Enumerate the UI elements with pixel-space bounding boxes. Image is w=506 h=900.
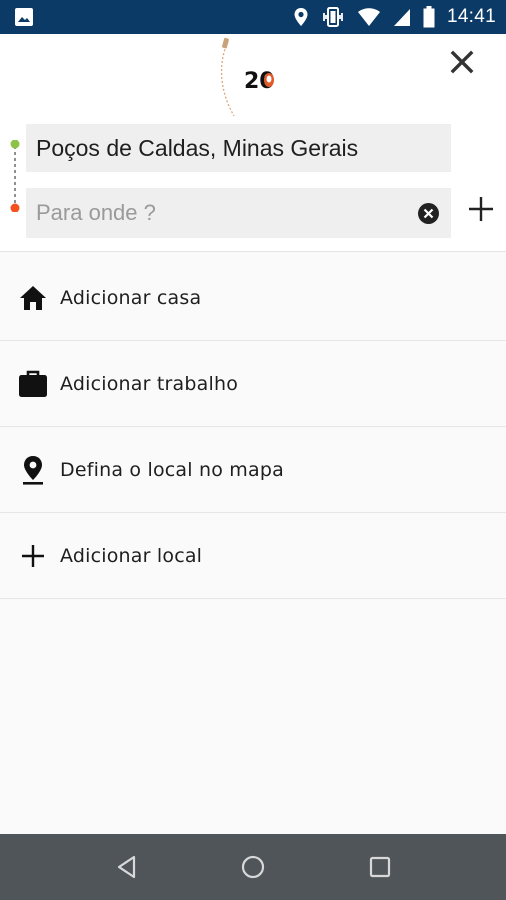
origin-text: Poços de Caldas, Minas Gerais [36,134,359,161]
add-stop-button[interactable] [466,194,496,224]
recents-icon[interactable] [367,854,393,880]
navigation-bar [0,834,506,900]
clear-button[interactable] [418,203,439,224]
image-icon [14,7,34,27]
map-pin-icon [18,455,48,485]
list-item-add-home[interactable]: Adicionar casa [0,255,506,341]
clock-text: 14:41 [446,6,496,27]
list-item-add-place[interactable]: Adicionar local [0,513,506,599]
list-item-label: Adicionar casa [60,287,202,309]
destination-input[interactable] [26,188,406,238]
list-item-add-work[interactable]: Adicionar trabalho [0,341,506,427]
status-bar: 14:41 [0,0,506,34]
route-connector [10,140,20,212]
signal-icon [393,7,411,27]
plus-icon [18,541,48,571]
home-icon [18,283,48,313]
origin-dot [10,140,20,149]
location-icon [293,7,309,27]
destination-dot [10,203,20,212]
places-list: Adicionar casa Adicionar trabalho Defina… [0,255,506,599]
close-button[interactable] [444,44,480,80]
app-logo: 20 [216,36,286,118]
clear-icon [418,203,439,224]
list-item-label: Defina o local no mapa [60,459,284,481]
back-icon[interactable] [114,854,140,880]
home-circle-icon[interactable] [240,854,266,880]
destination-field-container [26,188,451,238]
vibrate-icon [321,7,345,27]
list-item-label: Adicionar local [60,545,203,567]
wifi-icon [357,7,381,27]
origin-field[interactable]: Poços de Caldas, Minas Gerais [26,124,451,172]
close-icon [450,50,474,74]
plus-icon [469,197,493,221]
briefcase-icon [18,369,48,399]
list-item-label: Adicionar trabalho [60,373,239,395]
status-icons: 14:41 [293,0,496,34]
list-item-set-on-map[interactable]: Defina o local no mapa [0,427,506,513]
route-header: 20 Poços de Caldas, Minas Gerais [0,34,506,252]
battery-icon [423,6,435,28]
